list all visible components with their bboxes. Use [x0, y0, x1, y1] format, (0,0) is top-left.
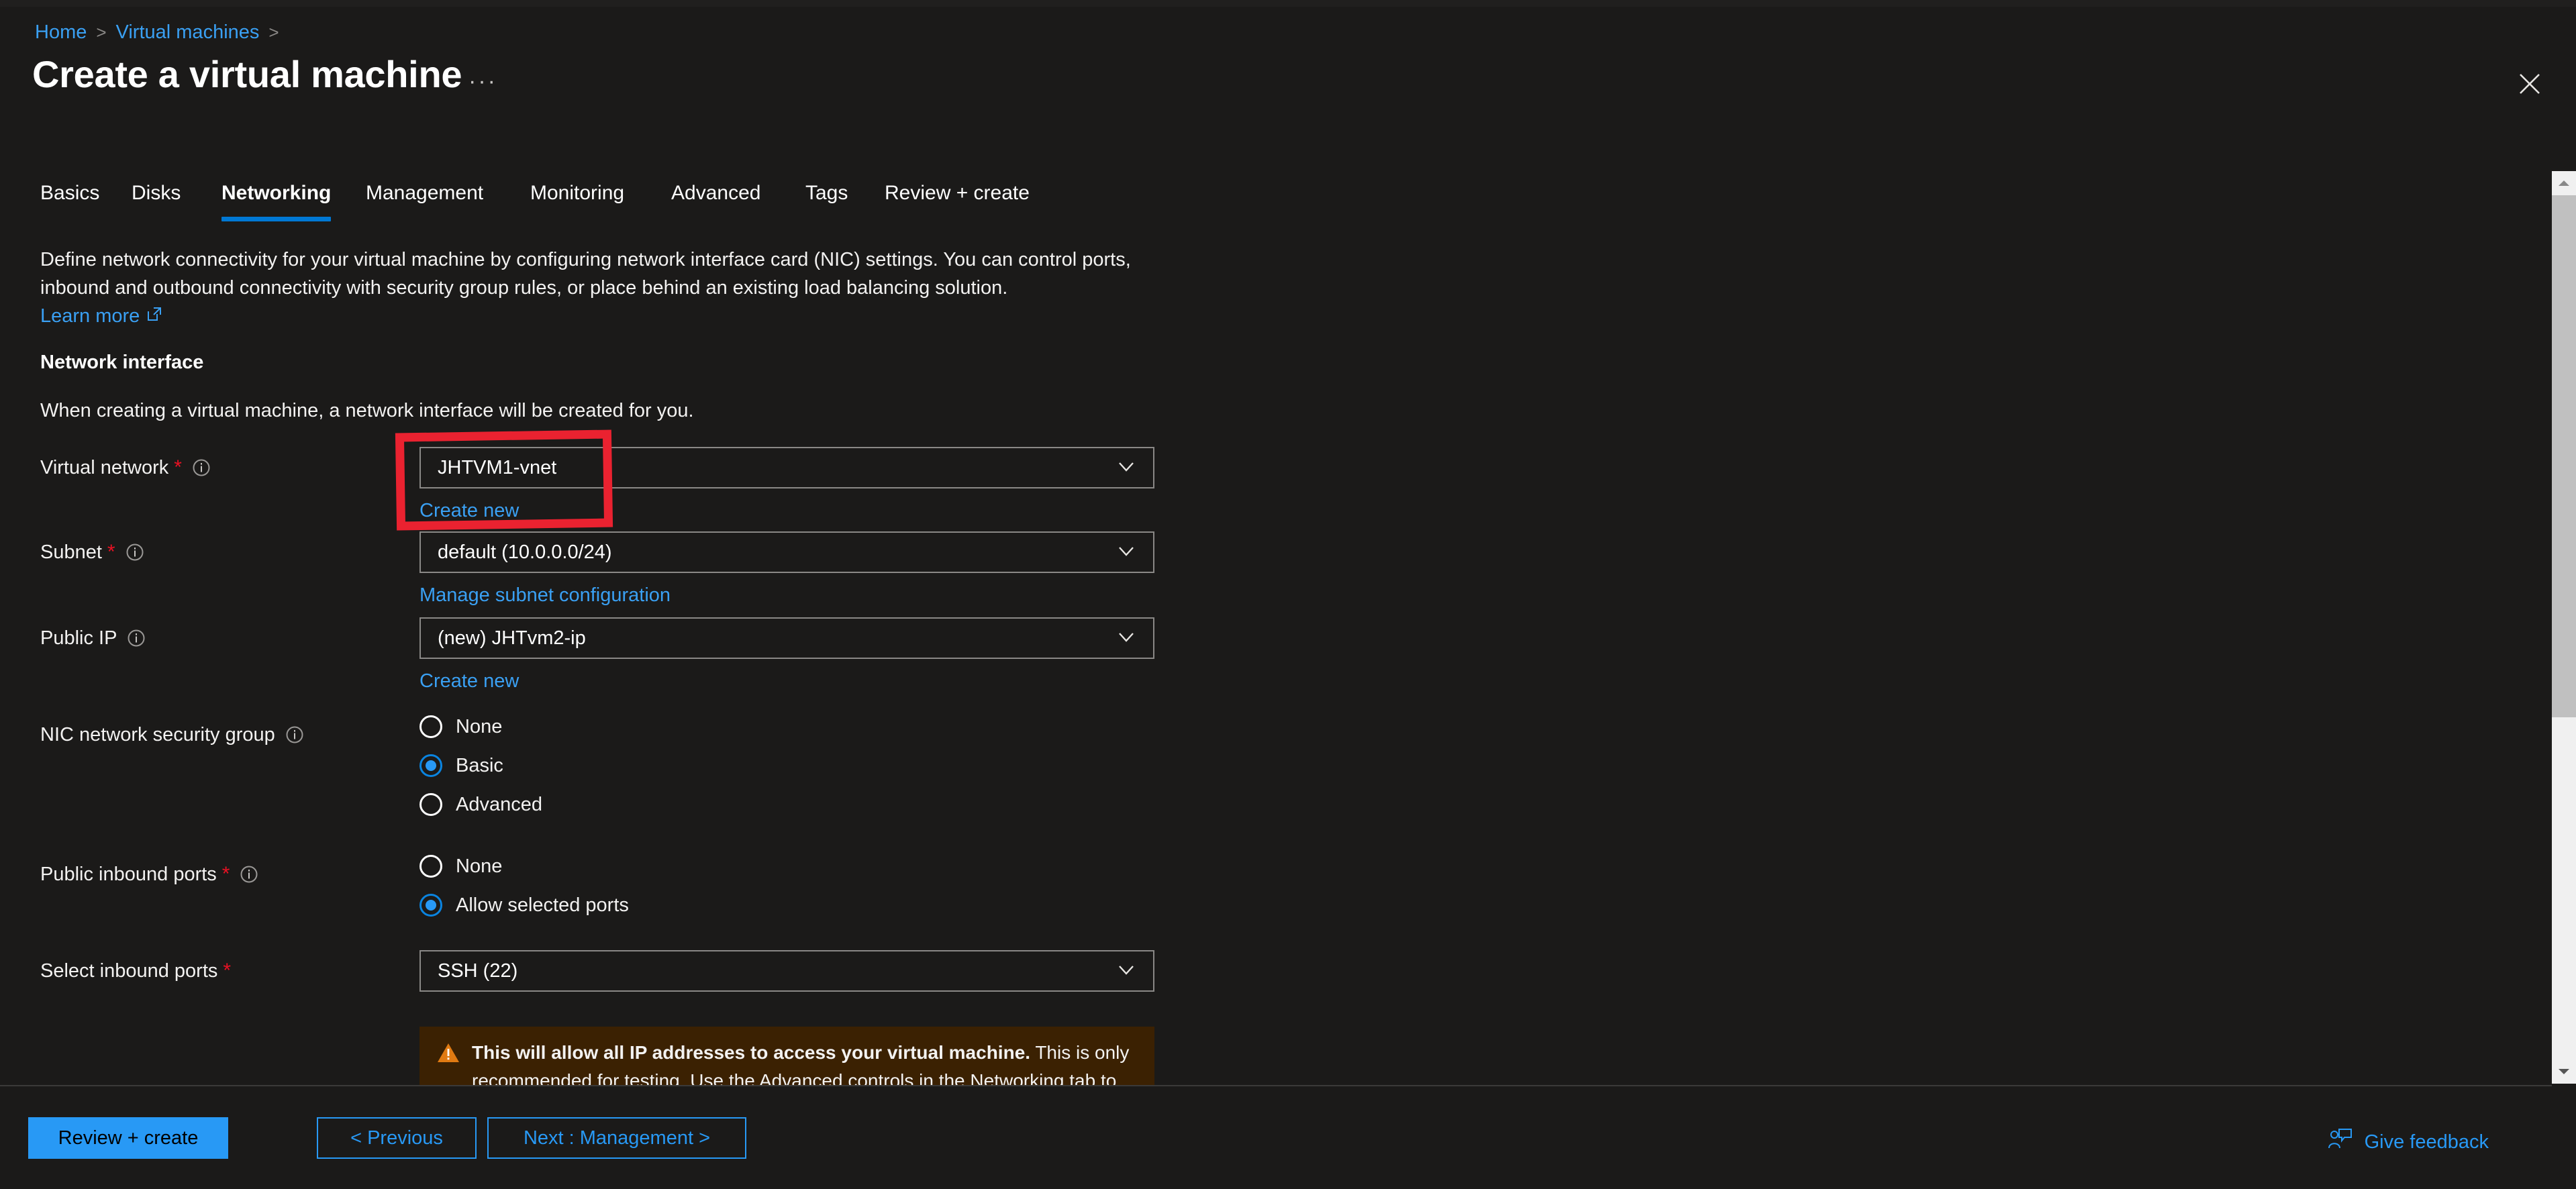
chevron-down-icon: [1114, 625, 1138, 652]
radio-dot: [426, 900, 436, 911]
info-icon[interactable]: [285, 725, 305, 745]
more-options-button[interactable]: ···: [468, 70, 497, 93]
tab-monitoring[interactable]: Monitoring: [530, 176, 624, 228]
page-title: Create a virtual machine: [32, 53, 462, 95]
nic-nsg-option-none[interactable]: None: [419, 707, 542, 746]
radio-button: [419, 793, 442, 816]
wizard-footer: Review + create < Previous Next : Manage…: [0, 1086, 2576, 1189]
nic-nsg-option-none-label: None: [456, 716, 503, 737]
section-heading-network-interface: Network interface: [40, 352, 204, 373]
label-public-ip: Public IP: [40, 625, 146, 651]
public-inbound-ports-option-allow-selected-label: Allow selected ports: [456, 894, 629, 916]
breadcrumb-separator: >: [96, 22, 107, 42]
label-select-inbound-ports-text: Select inbound ports: [40, 960, 218, 982]
virtual-network-value: JHTVM1-vnet: [438, 457, 557, 478]
required-asterisk: *: [223, 960, 232, 982]
inbound-ports-warning-banner: This will allow all IP addresses to acce…: [419, 1027, 1154, 1088]
nic-nsg-radio-group: None Basic Advanced: [419, 707, 542, 824]
public-ip-dropdown[interactable]: (new) JHTvm2-ip: [419, 617, 1154, 659]
info-icon[interactable]: [239, 864, 259, 884]
nic-nsg-option-advanced[interactable]: Advanced: [419, 785, 542, 824]
select-inbound-ports-value: SSH (22): [438, 960, 518, 982]
label-public-inbound-ports-text: Public inbound ports: [40, 864, 217, 885]
radio-button-selected: [419, 754, 442, 777]
learn-more-link[interactable]: Learn more: [40, 303, 162, 329]
tab-advanced[interactable]: Advanced: [671, 176, 760, 228]
wizard-tabs: Basics Disks Networking Management Monit…: [0, 176, 2576, 228]
breadcrumb-item-virtual-machines[interactable]: Virtual machines: [116, 20, 260, 44]
virtual-network-create-new-link[interactable]: Create new: [419, 498, 519, 523]
window-top-strip: [0, 0, 2576, 7]
give-feedback-label: Give feedback: [2364, 1131, 2489, 1153]
scroll-thumb[interactable]: [2552, 195, 2576, 717]
tab-tags[interactable]: Tags: [805, 176, 848, 228]
vertical-scrollbar[interactable]: [2552, 171, 2576, 1084]
networking-description: Define network connectivity for your vir…: [40, 249, 1131, 299]
breadcrumb: Home > Virtual machines >: [35, 20, 289, 44]
section-subtext-network-interface: When creating a virtual machine, a netwo…: [40, 400, 694, 421]
required-asterisk: *: [174, 456, 182, 478]
public-ip-value: (new) JHTvm2-ip: [438, 627, 586, 649]
previous-button[interactable]: < Previous: [317, 1117, 477, 1159]
required-asterisk: *: [107, 541, 115, 563]
tab-management[interactable]: Management: [366, 176, 483, 228]
external-link-icon: [146, 303, 162, 329]
chevron-down-icon: [1114, 454, 1138, 482]
label-subnet-text: Subnet: [40, 541, 102, 563]
tab-disks[interactable]: Disks: [132, 176, 181, 228]
info-icon[interactable]: [191, 458, 211, 478]
warning-bold-text: This will allow all IP addresses to acce…: [472, 1042, 1031, 1063]
close-icon[interactable]: [2509, 63, 2550, 105]
radio-button: [419, 855, 442, 878]
public-inbound-ports-radio-group: None Allow selected ports: [419, 847, 629, 925]
label-nic-network-security-group: NIC network security group: [40, 722, 305, 747]
next-management-button[interactable]: Next : Management >: [487, 1117, 746, 1159]
give-feedback-button[interactable]: Give feedback: [2328, 1127, 2489, 1157]
feedback-person-icon: [2328, 1127, 2352, 1157]
tab-basics[interactable]: Basics: [40, 176, 99, 228]
tab-review-create[interactable]: Review + create: [885, 176, 1030, 228]
breadcrumb-separator-2: >: [268, 22, 279, 42]
label-virtual-network: Virtual network *: [40, 455, 211, 480]
label-public-inbound-ports: Public inbound ports *: [40, 862, 259, 887]
label-public-ip-text: Public IP: [40, 627, 117, 649]
caret-down-icon[interactable]: [2552, 1059, 2576, 1084]
chevron-down-icon: [1114, 958, 1138, 985]
warning-triangle-icon: [437, 1042, 460, 1088]
nic-nsg-option-basic[interactable]: Basic: [419, 746, 542, 785]
learn-more-label: Learn more: [40, 305, 140, 327]
label-nic-nsg-text: NIC network security group: [40, 724, 275, 745]
info-icon[interactable]: [125, 542, 145, 562]
label-select-inbound-ports: Select inbound ports *: [40, 958, 231, 984]
public-inbound-ports-option-none[interactable]: None: [419, 847, 629, 886]
nic-nsg-option-advanced-label: Advanced: [456, 794, 542, 815]
review-create-button[interactable]: Review + create: [28, 1117, 228, 1159]
label-virtual-network-text: Virtual network: [40, 457, 169, 478]
public-inbound-ports-option-none-label: None: [456, 856, 503, 877]
info-icon[interactable]: [126, 628, 146, 648]
virtual-network-dropdown[interactable]: JHTVM1-vnet: [419, 447, 1154, 488]
radio-dot: [426, 760, 436, 771]
label-subnet: Subnet *: [40, 539, 145, 565]
nic-nsg-option-basic-label: Basic: [456, 755, 503, 776]
subnet-dropdown[interactable]: default (10.0.0.0/24): [419, 531, 1154, 573]
public-inbound-ports-option-allow-selected[interactable]: Allow selected ports: [419, 886, 629, 925]
subnet-value: default (10.0.0.0/24): [438, 541, 612, 563]
tab-networking[interactable]: Networking: [221, 176, 332, 228]
chevron-down-icon: [1114, 539, 1138, 566]
breadcrumb-item-home[interactable]: Home: [35, 20, 87, 44]
manage-subnet-configuration-link[interactable]: Manage subnet configuration: [419, 582, 671, 608]
required-asterisk: *: [221, 863, 230, 885]
select-inbound-ports-dropdown[interactable]: SSH (22): [419, 950, 1154, 992]
public-ip-create-new-link[interactable]: Create new: [419, 668, 519, 694]
radio-button-selected: [419, 894, 442, 917]
caret-up-icon[interactable]: [2552, 171, 2576, 195]
radio-button: [419, 715, 442, 738]
